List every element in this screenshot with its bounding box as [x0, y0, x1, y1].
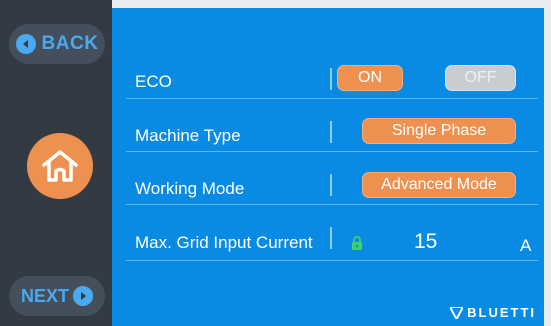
home-button[interactable] [27, 133, 93, 199]
separator [330, 227, 332, 249]
row-divider [126, 260, 538, 261]
eco-label: ECO [135, 72, 172, 91]
max-grid-current-unit: A [520, 236, 532, 255]
arrow-right-icon [73, 286, 93, 306]
max-grid-current-value[interactable]: 15 [414, 230, 437, 254]
brand-name: BLUETTI [467, 305, 536, 320]
lock-icon [352, 236, 362, 250]
bluetti-logo: BLUETTI [450, 305, 536, 320]
home-icon [42, 150, 78, 182]
row-divider [126, 204, 538, 205]
back-button[interactable]: BACK [9, 24, 105, 64]
working-mode-select[interactable]: Advanced Mode [362, 172, 516, 198]
settings-panel: ECO ON OFF Machine Type Single Phase Wor… [112, 8, 544, 326]
arrow-left-icon [15, 34, 36, 54]
screen-frame: BACK NEXT ECO ON OFF Machine Type Single… [0, 0, 551, 326]
machine-type-select[interactable]: Single Phase [362, 118, 516, 144]
back-button-label: BACK [41, 33, 99, 54]
separator [330, 174, 332, 196]
separator [330, 68, 332, 90]
bluetti-v-icon [450, 306, 464, 319]
max-grid-current-label: Max. Grid Input Current [135, 233, 313, 252]
eco-off-button[interactable]: OFF [445, 65, 516, 91]
working-mode-label: Working Mode [135, 179, 245, 198]
row-divider [126, 151, 538, 152]
machine-type-label: Machine Type [135, 126, 241, 145]
next-button[interactable]: NEXT [9, 276, 105, 316]
row-divider [126, 98, 538, 99]
separator [330, 121, 332, 143]
next-button-label: NEXT [20, 285, 69, 306]
eco-on-button[interactable]: ON [337, 65, 403, 91]
sidebar: BACK NEXT [0, 0, 112, 326]
